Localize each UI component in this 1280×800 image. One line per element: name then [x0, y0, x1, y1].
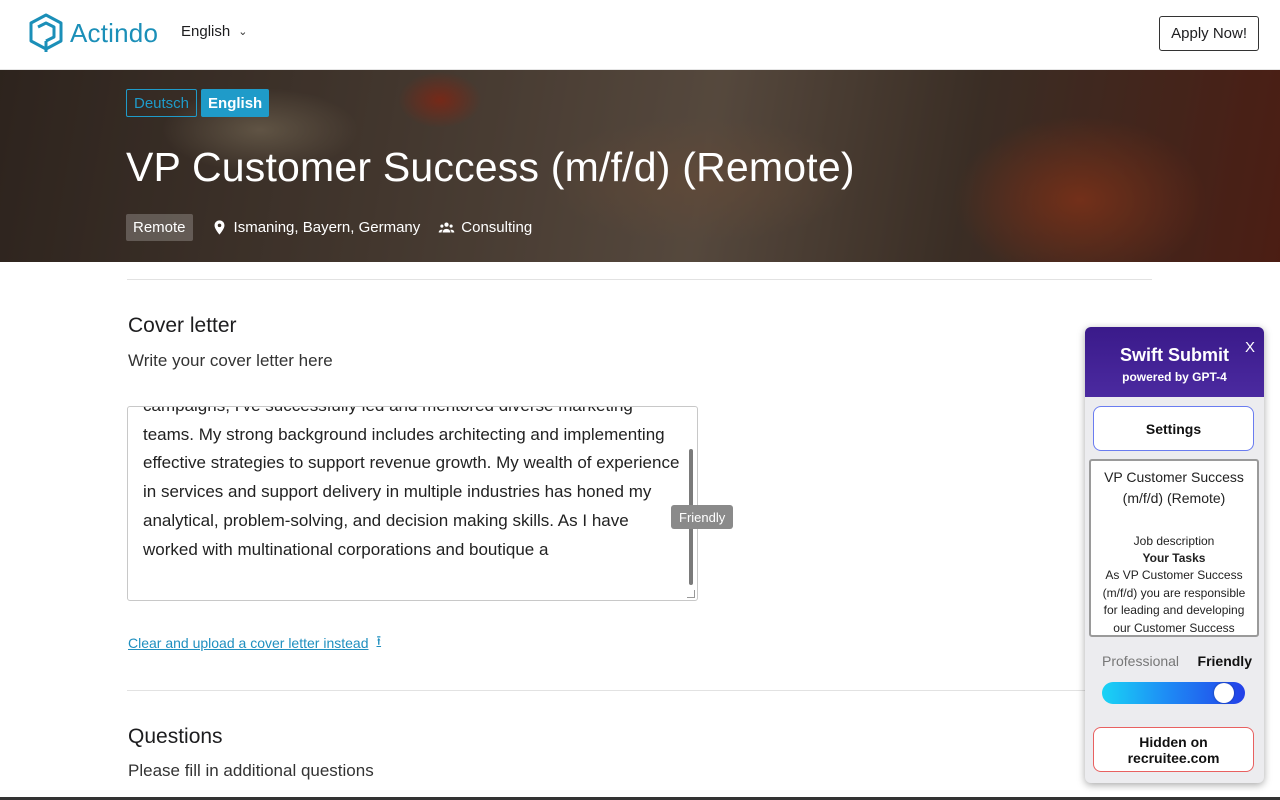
work-type-badge: Remote — [126, 214, 193, 241]
tone-tooltip: Friendly — [671, 505, 734, 529]
upload-cover-letter-label: Clear and upload a cover letter instead — [128, 635, 369, 651]
job-meta: Remote Ismaning, Bayern, Germany Consult… — [126, 214, 532, 241]
people-group-icon — [438, 222, 455, 233]
language-selector-label: English — [181, 23, 231, 40]
hidden-on-label: Hidden on — [1139, 733, 1208, 750]
swift-submit-header: Swift Submit powered by GPT-4 X — [1085, 327, 1264, 397]
close-icon[interactable]: X — [1245, 339, 1255, 356]
hidden-site-label: recruitee.com — [1127, 749, 1220, 766]
language-option-deutsch[interactable]: Deutsch — [126, 89, 198, 117]
upload-icon: ⭱ — [376, 633, 382, 648]
language-selector[interactable]: English ⌄ — [181, 23, 247, 40]
job-title: VP Customer Success (m/f/d) (Remote) — [126, 144, 855, 190]
swift-submit-title: Swift Submit — [1120, 345, 1229, 365]
tone-friendly-label[interactable]: Friendly — [1198, 653, 1252, 669]
language-option-english[interactable]: English — [201, 89, 270, 117]
cover-letter-subtitle: Write your cover letter here — [128, 351, 333, 370]
tone-slider[interactable] — [1102, 682, 1245, 704]
tone-labels: Professional Friendly — [1102, 653, 1252, 669]
cover-letter-text: campaigns, I've successfully led and men… — [143, 407, 680, 559]
settings-button[interactable]: Settings — [1093, 406, 1254, 451]
cover-letter-heading: Cover letter — [128, 314, 237, 337]
job-department: Consulting — [438, 219, 532, 236]
job-language-switch: Deutsch English — [126, 89, 270, 117]
section-divider — [127, 690, 1087, 691]
job-description-preview[interactable]: VP Customer Success (m/f/d) (Remote) Job… — [1089, 459, 1259, 637]
chevron-down-icon: ⌄ — [238, 26, 248, 38]
top-navigation-bar: Actindo English ⌄ Apply Now! — [0, 0, 1280, 70]
job-location-text: Ismaning, Bayern, Germany — [233, 219, 421, 236]
location-pin-icon — [214, 220, 224, 235]
preview-job-title: VP Customer Success (m/f/d) (Remote) — [1104, 469, 1244, 506]
questions-subtitle: Please fill in additional questions — [128, 761, 374, 780]
apply-now-button[interactable]: Apply Now! — [1159, 16, 1259, 51]
swift-submit-subtitle: powered by GPT-4 — [1122, 370, 1227, 384]
hidden-on-site-button[interactable]: Hidden on recruitee.com — [1093, 727, 1254, 772]
cube-logo-icon — [29, 13, 63, 52]
tone-professional-label[interactable]: Professional — [1102, 653, 1179, 669]
tone-slider-handle[interactable] — [1214, 683, 1235, 703]
textarea-resize-handle[interactable] — [687, 590, 695, 598]
cover-letter-textarea[interactable]: campaigns, I've successfully led and men… — [127, 406, 698, 601]
preview-tasks-heading: Your Tasks — [1142, 551, 1206, 565]
job-department-text: Consulting — [461, 219, 533, 236]
job-hero-banner: Deutsch English VP Customer Success (m/f… — [0, 70, 1280, 262]
questions-heading: Questions — [128, 725, 223, 748]
preview-job-body: As VP Customer Success (m/f/d) you are r… — [1102, 568, 1246, 635]
brand-logo[interactable]: Actindo — [28, 12, 158, 54]
preview-job-description-label: Job description — [1133, 534, 1215, 548]
swift-submit-panel: Swift Submit powered by GPT-4 X Settings… — [1085, 327, 1264, 783]
brand-name: Actindo — [70, 17, 159, 48]
section-divider — [127, 279, 1152, 280]
job-location: Ismaning, Bayern, Germany — [211, 219, 421, 236]
upload-cover-letter-link[interactable]: Clear and upload a cover letter instead … — [128, 632, 381, 654]
